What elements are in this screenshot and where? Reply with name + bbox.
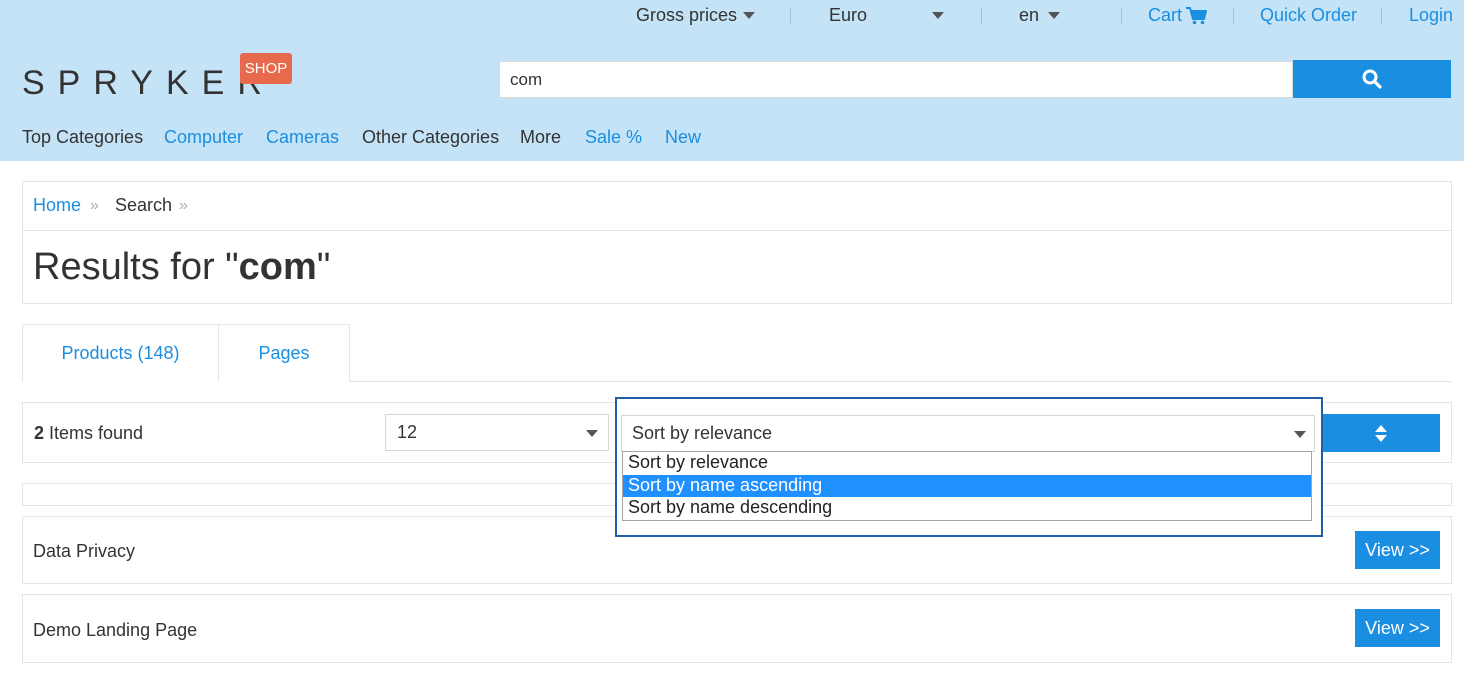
per-page-select[interactable]: 12 (385, 414, 609, 451)
sort-select-dropdown[interactable]: Sort by relevance Sort by relevance Sort… (615, 397, 1323, 537)
shop-badge: SHOP (240, 53, 292, 84)
language-select[interactable]: en (1019, 5, 1039, 26)
breadcrumb-current: Search (115, 195, 173, 215)
nav-item-computer[interactable]: Computer (164, 127, 243, 148)
breadcrumb-separator: » (179, 197, 188, 214)
search-input[interactable] (499, 61, 1293, 98)
view-button[interactable]: View >> (1355, 531, 1440, 569)
sort-select[interactable]: Sort by relevance (621, 415, 1315, 452)
chevron-down-icon (1294, 431, 1306, 438)
result-title[interactable]: Demo Landing Page (33, 620, 197, 641)
sort-option-relevance[interactable]: Sort by relevance (623, 452, 1311, 474)
nav-item-other-categories[interactable]: Other Categories (362, 127, 499, 148)
sort-options-list: Sort by relevance Sort by name ascending… (622, 451, 1312, 521)
chevron-down-icon (932, 12, 944, 19)
result-title[interactable]: Data Privacy (33, 541, 135, 562)
quick-order-link[interactable]: Quick Order (1260, 5, 1357, 26)
sort-icon (1375, 425, 1387, 442)
logo[interactable]: SPRYKER (22, 64, 275, 103)
tab-pages[interactable]: Pages (218, 324, 350, 382)
search-icon (1362, 69, 1382, 89)
chevron-down-icon (743, 12, 755, 19)
price-mode-select[interactable]: Gross prices (636, 5, 737, 26)
nav-item-top-categories[interactable]: Top Categories (22, 127, 143, 148)
chevron-down-icon (1048, 12, 1060, 19)
chevron-down-icon (586, 430, 598, 437)
cart-icon[interactable] (1186, 7, 1207, 25)
tab-products[interactable]: Products (148) (22, 324, 219, 382)
items-found-count: 2 Items found (34, 423, 144, 443)
search-query: com (238, 246, 317, 288)
sort-option-name-desc[interactable]: Sort by name descending (623, 497, 1311, 519)
nav-item-new[interactable]: New (665, 127, 701, 148)
breadcrumb-home[interactable]: Home (33, 195, 81, 216)
divider (1233, 8, 1234, 25)
search-header-panel: Home » Search » Results for "com" (22, 181, 1452, 304)
sort-option-name-asc[interactable]: Sort by name ascending (623, 475, 1311, 497)
page-title: Results for "com" (33, 246, 331, 288)
cart-link[interactable]: Cart (1148, 5, 1182, 26)
currency-select[interactable]: Euro (829, 5, 867, 26)
divider (1381, 8, 1382, 25)
nav-item-more[interactable]: More (520, 127, 561, 148)
site-header: Gross prices Euro en Cart Quick Order Lo… (0, 0, 1464, 161)
divider (1121, 8, 1122, 25)
breadcrumb-separator: » (90, 197, 99, 214)
nav-item-sale[interactable]: Sale % (585, 127, 642, 148)
sort-direction-button[interactable] (1322, 414, 1440, 452)
login-link[interactable]: Login (1409, 5, 1453, 26)
divider (981, 8, 982, 25)
divider (790, 8, 791, 25)
search-button[interactable] (1293, 60, 1451, 98)
nav-item-cameras[interactable]: Cameras (266, 127, 339, 148)
view-button[interactable]: View >> (1355, 609, 1440, 647)
list-item: Demo Landing Page View >> (22, 594, 1452, 663)
breadcrumb: Home » Search » (23, 182, 1451, 231)
